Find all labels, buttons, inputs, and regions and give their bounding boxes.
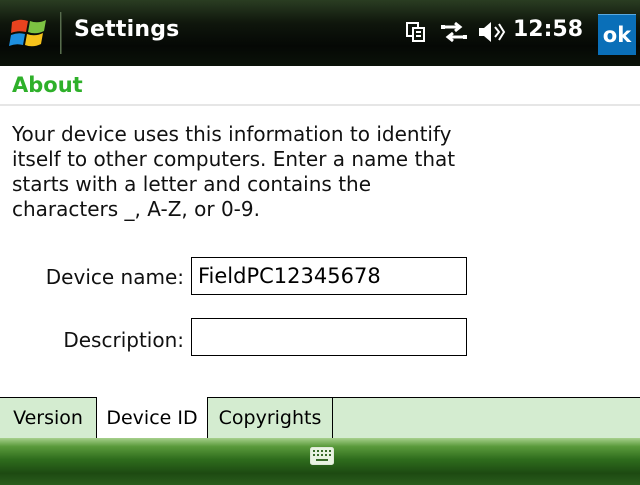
ok-button[interactable]: ok	[598, 14, 636, 55]
description-field[interactable]	[191, 318, 467, 356]
keyboard-icon[interactable]	[310, 447, 334, 465]
tab-copyrights[interactable]: Copyrights	[208, 398, 333, 438]
volume-icon[interactable]	[477, 19, 507, 45]
description-label: Description:	[63, 328, 184, 352]
page-title: About	[12, 73, 83, 97]
sync-icon[interactable]	[406, 22, 426, 42]
connectivity-icon[interactable]	[441, 20, 467, 44]
header-divider	[0, 104, 640, 106]
about-description: Your device uses this information to ide…	[12, 122, 456, 221]
tab-version[interactable]: Version	[0, 398, 97, 438]
tab-device-id[interactable]: Device ID	[96, 397, 208, 438]
clock[interactable]: 12:58	[513, 17, 583, 42]
tab-strip: Version Device ID Copyrights	[0, 397, 640, 439]
windows-start-icon[interactable]	[8, 14, 52, 54]
window-title: Settings	[74, 17, 180, 42]
device-name-label: Device name:	[45, 265, 184, 289]
title-bar: Settings 12:58 ok	[0, 0, 640, 66]
device-name-field[interactable]	[191, 257, 467, 295]
title-separator	[60, 12, 62, 54]
bottom-bar	[0, 438, 640, 485]
